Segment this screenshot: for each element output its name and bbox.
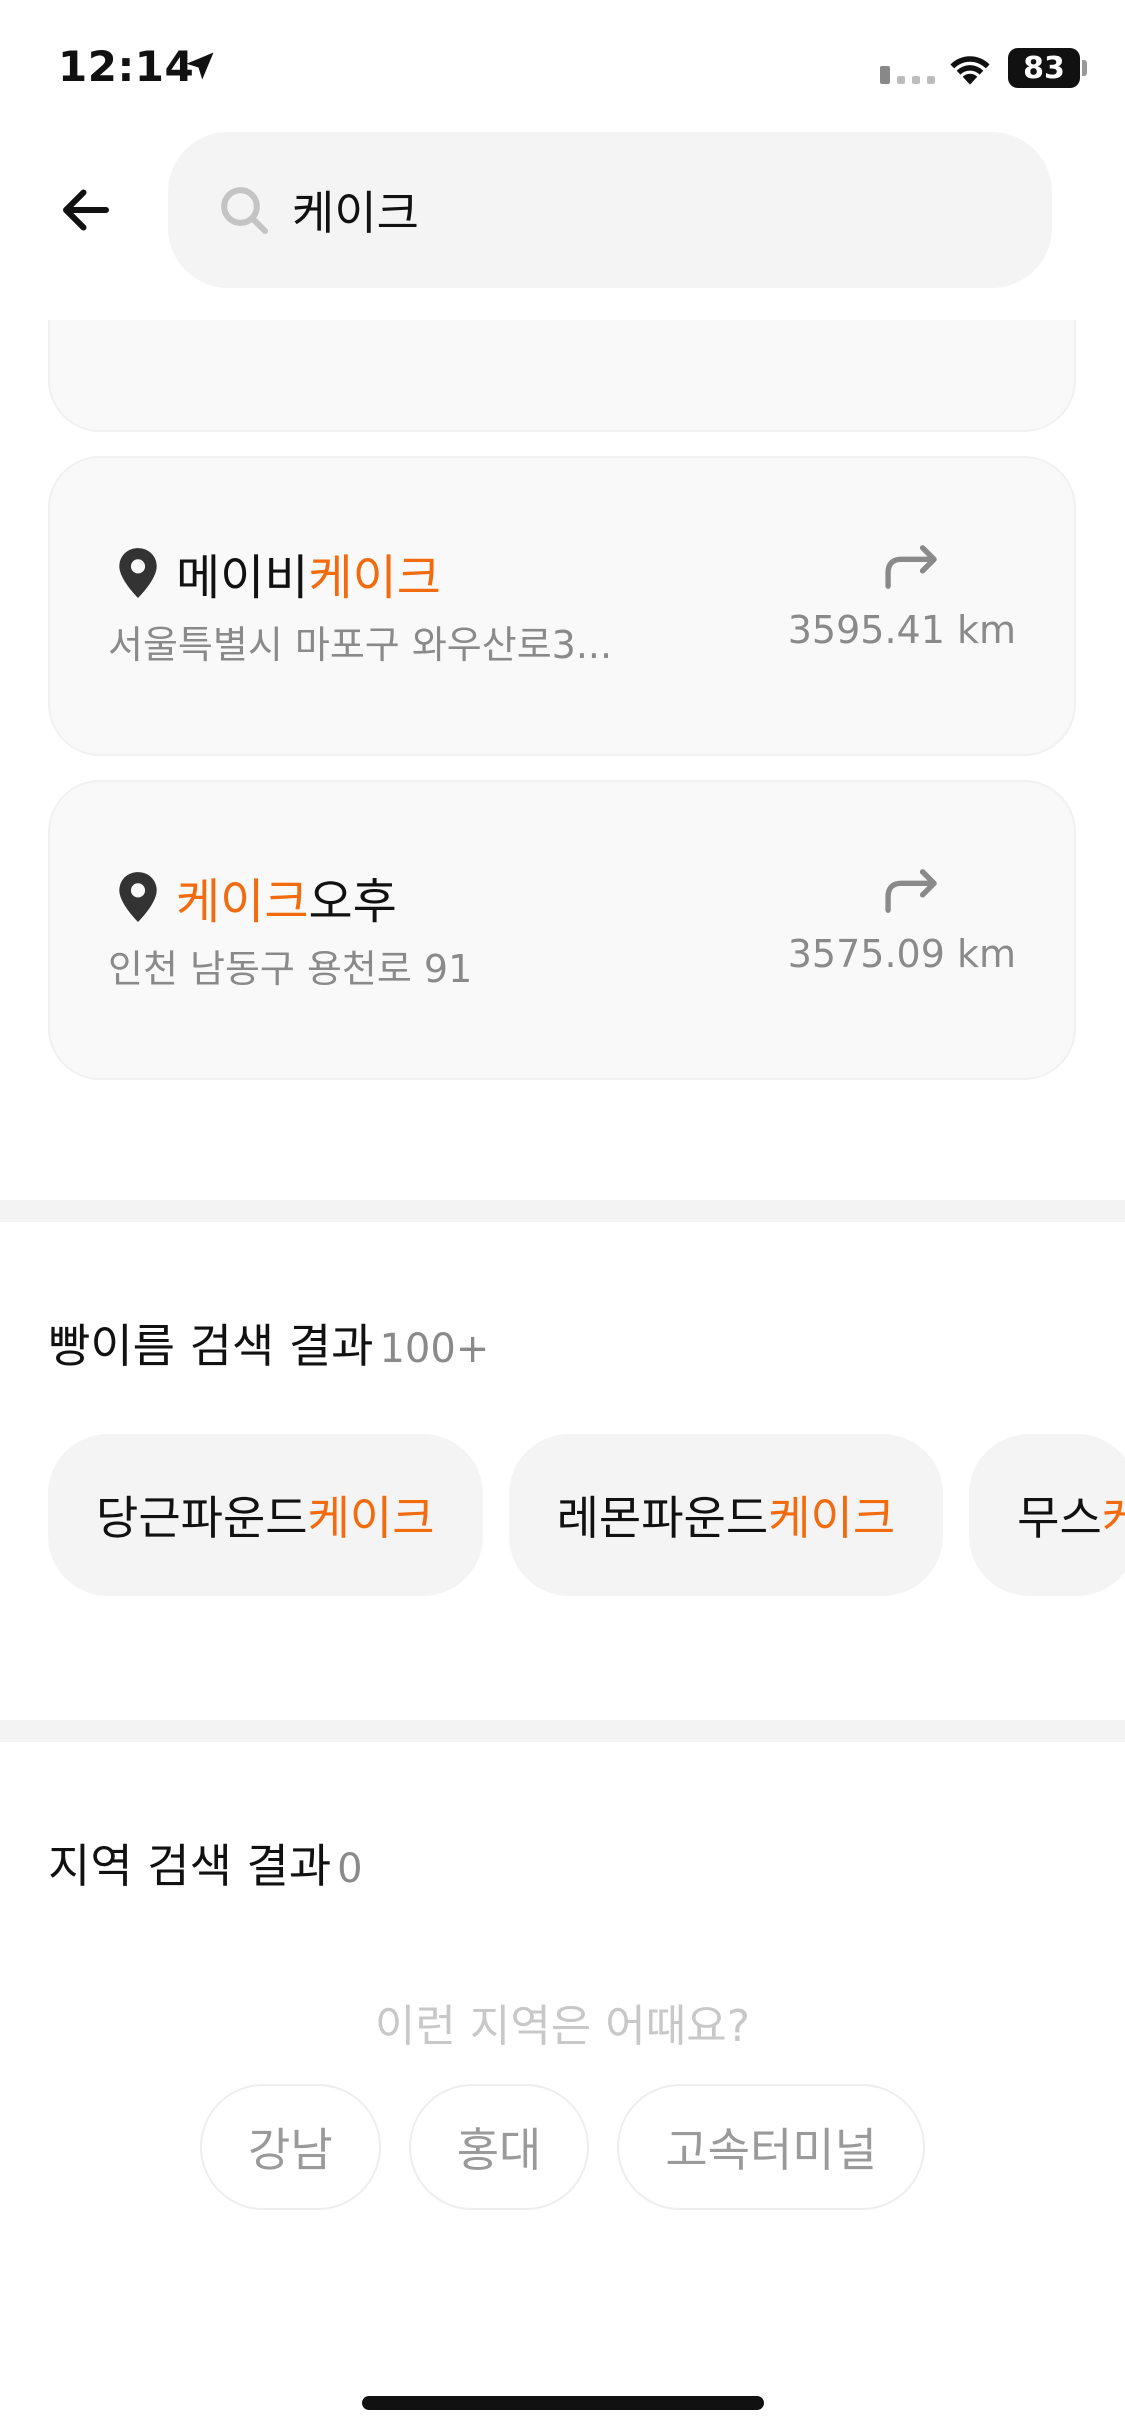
battery-icon: 83 [1008, 48, 1080, 88]
home-indicator[interactable] [362, 2396, 764, 2410]
bread-chip-row: 당근파운드케이크 레몬파운드케이크 무스케이크 [48, 1434, 1125, 1596]
section-divider [0, 1200, 1125, 1222]
search-bar[interactable] [168, 132, 1052, 288]
store-name-highlight: 케이크 [176, 874, 309, 930]
search-input[interactable] [290, 182, 994, 238]
bread-chip-text: 레몬파운드 [556, 1491, 769, 1545]
section-divider [0, 1720, 1125, 1742]
store-distance: 3595.41 km [787, 608, 1016, 652]
wifi-icon [950, 56, 990, 85]
directions-icon[interactable] [882, 868, 944, 914]
store-name-text: 메이비 [176, 550, 309, 606]
store-name-suffix: 오후 [308, 874, 397, 930]
bread-result-count: 100+ [379, 1326, 490, 1372]
bread-chip-highlight: 케이크 [307, 1491, 435, 1545]
battery-cap [1082, 60, 1087, 76]
bread-chip-highlight: 케이크 [1101, 1491, 1125, 1545]
result-card-partial[interactable] [48, 320, 1076, 432]
result-card[interactable]: 케이크오후 인천 남동구 용천로 91 3575.09 km [48, 780, 1076, 1080]
bread-chip-text: 무스 [1017, 1491, 1102, 1545]
area-section-label: 지역 검색 결과 [48, 1839, 332, 1893]
bread-section-label: 빵이름 검색 결과 [48, 1319, 374, 1373]
area-section-title: 지역 검색 결과 0 [48, 1830, 363, 1896]
store-name-highlight: 케이크 [308, 550, 441, 606]
area-chip[interactable]: 홍대 [408, 2084, 590, 2210]
area-result-count: 0 [337, 1846, 363, 1892]
signal-icon [880, 66, 935, 84]
area-suggestion-prompt: 이런 지역은 어때요? [374, 2001, 751, 2052]
result-card[interactable]: 메이비케이크 서울특별시 마포구 와우산로3... 3595.41 km [48, 456, 1076, 756]
location-arrow-icon [186, 52, 214, 80]
bread-chip-highlight: 케이크 [768, 1491, 896, 1545]
bread-chip[interactable]: 레몬파운드 케이크 [508, 1434, 944, 1596]
directions-icon[interactable] [882, 544, 944, 590]
store-distance: 3575.09 km [787, 932, 1016, 976]
area-chip[interactable]: 강남 [200, 2084, 381, 2210]
bread-chip[interactable]: 무스케이크 [969, 1434, 1125, 1596]
area-chip[interactable]: 고속터미널 [617, 2084, 925, 2210]
map-pin-icon [119, 548, 157, 598]
status-time: 12:14 [58, 42, 195, 91]
battery-level: 83 [1023, 50, 1065, 86]
store-address: 인천 남동구 용천로 91 [108, 947, 473, 991]
map-pin-icon [119, 872, 157, 922]
store-name: 케이크오후 [176, 862, 397, 932]
bread-section-title: 빵이름 검색 결과 100+ [48, 1310, 489, 1376]
store-address: 서울특별시 마포구 와우산로3... [108, 623, 613, 667]
search-icon [221, 187, 269, 235]
bread-chip[interactable]: 당근파운드 케이크 [48, 1434, 483, 1596]
bread-chip-text: 당근파운드 [96, 1491, 308, 1545]
arrow-left-icon[interactable] [56, 180, 116, 240]
area-suggestion-row: 강남 홍대 고속터미널 [0, 2084, 1125, 2210]
store-name: 메이비케이크 [176, 538, 441, 608]
